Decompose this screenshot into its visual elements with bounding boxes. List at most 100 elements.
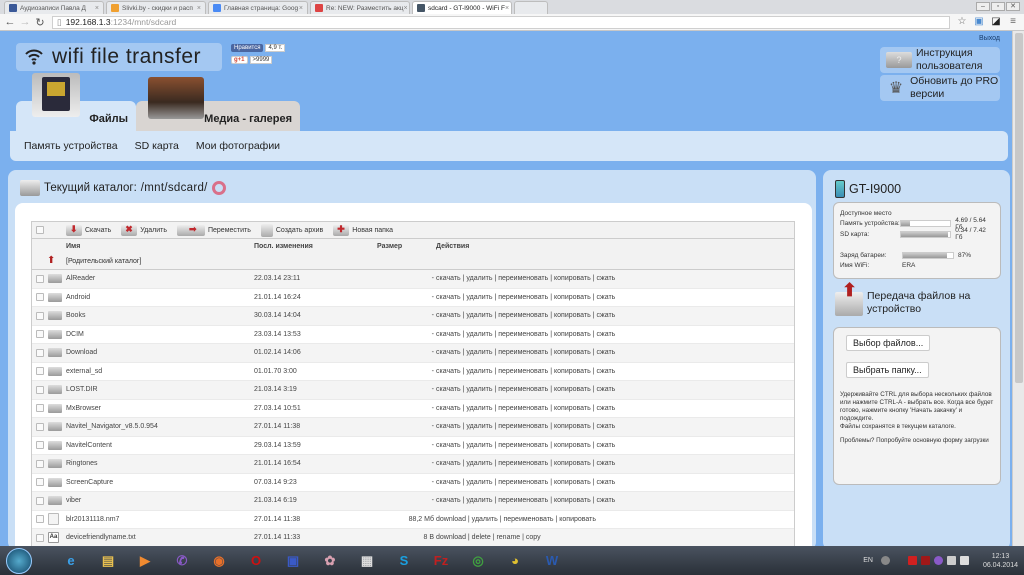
start-button[interactable] [6, 547, 32, 574]
row-checkbox[interactable] [36, 385, 44, 394]
file-actions[interactable]: скачать | удалить | переименовать | копи… [436, 294, 615, 301]
file-name[interactable]: external_sd [66, 368, 102, 375]
language-indicator[interactable]: EN [863, 557, 873, 564]
file-name[interactable]: blr20131118.nm7 [66, 516, 119, 523]
browser-tab[interactable]: sdcard - GT-I9000 - WiFi F × [412, 1, 512, 14]
browser-tab[interactable]: Slivki.by - скидки и расп × [106, 1, 206, 14]
file-actions[interactable]: скачать | удалить | переименовать | копи… [436, 497, 615, 504]
table-row[interactable]: Android 21.01.14 16:24 - скачать | удалить … [32, 288, 794, 307]
row-checkbox[interactable] [36, 274, 44, 283]
delete-button[interactable]: ✖ Удалить [121, 224, 167, 236]
taskbar-webcam-icon[interactable]: ◕ [502, 550, 528, 572]
taskbar-viber-icon[interactable]: ✆ [169, 550, 195, 572]
file-actions[interactable]: скачать | удалить | переименовать | копи… [436, 275, 615, 282]
user-manual-link[interactable]: ? Инструкция пользователя [880, 47, 1000, 73]
table-row[interactable]: external_sd 01.01.70 3:00 - скачать | удали… [32, 362, 794, 381]
file-actions[interactable]: скачать | удалить | переименовать | копи… [436, 460, 615, 467]
file-actions[interactable]: скачать | удалить | переименовать | копи… [436, 331, 615, 338]
tab-close-icon[interactable]: × [95, 5, 99, 12]
column-modified[interactable]: Посл. изменения [254, 243, 313, 250]
table-row[interactable]: LOST.DIR 21.03.14 3:19 - скачать | удалить … [32, 381, 794, 400]
row-checkbox[interactable] [36, 404, 44, 413]
table-row[interactable]: Download 01.02.14 14:06 - скачать | удалить… [32, 344, 794, 363]
file-actions[interactable]: скачать | удалить | переименовать | копи… [436, 312, 615, 319]
page-scrollbar[interactable] [1012, 31, 1024, 546]
table-row[interactable]: Books 30.03.14 14:04 - скачать | удалить | … [32, 307, 794, 326]
taskbar-file-explorer-icon[interactable]: ▤ [95, 550, 121, 572]
taskbar-opera-icon[interactable]: O [243, 550, 269, 572]
facebook-like-button[interactable]: Нравится [231, 44, 264, 52]
file-name[interactable]: Books [66, 312, 85, 319]
parent-dir-arrow-icon[interactable]: ⬆ [47, 255, 55, 266]
table-row[interactable]: blr20131118.nm7 27.01.14 11:38 88,2 Мб down… [32, 510, 794, 529]
reload-icon[interactable]: ↻ [34, 16, 46, 29]
subnav-my-photos[interactable]: Мои фотографии [196, 140, 280, 152]
row-checkbox[interactable] [36, 293, 44, 302]
file-name[interactable]: Download [66, 349, 97, 356]
logout-link[interactable]: Выход [979, 35, 1000, 42]
choose-files-button[interactable]: Выбор файлов... [846, 335, 931, 351]
file-actions[interactable]: скачать | удалить | переименовать | копи… [436, 442, 615, 449]
volume-icon[interactable] [959, 556, 969, 565]
download-button[interactable]: ⬇ Скачать [66, 224, 111, 236]
forward-icon[interactable]: → [19, 16, 31, 28]
taskbar-filezilla-icon[interactable]: Fz [428, 550, 454, 572]
taskbar-media-player-icon[interactable]: ▶ [132, 550, 158, 572]
subnav-sd-card[interactable]: SD карта [135, 140, 179, 152]
taskbar-paint-icon[interactable]: ✿ [317, 550, 343, 572]
minimize-button[interactable]: – [976, 2, 990, 11]
create-archive-button[interactable]: Создать архив [260, 223, 323, 237]
file-actions[interactable]: скачать | удалить | переименовать | копи… [436, 386, 615, 393]
maximize-button[interactable]: ▫ [991, 2, 1005, 11]
file-name[interactable]: Navitel_Navigator_v8.5.0.954 [66, 423, 158, 430]
move-button[interactable]: ➡ Переместить [176, 224, 251, 236]
file-actions[interactable]: скачать | удалить | переименовать | копи… [436, 349, 615, 356]
file-name[interactable]: MxBrowser [66, 405, 101, 412]
taskbar-internet-explorer-icon[interactable]: e [58, 550, 84, 572]
browser-tab[interactable]: Главная страница: Goog × [208, 1, 308, 14]
bookmark-star-icon[interactable]: ☆ [956, 16, 968, 28]
file-name[interactable]: LOST.DIR [66, 386, 98, 393]
tray-viber-icon[interactable] [933, 556, 943, 565]
tab-close-icon[interactable]: × [404, 5, 408, 12]
row-checkbox[interactable] [36, 459, 44, 468]
table-row[interactable]: Navitel_Navigator_v8.5.0.954 27.01.14 11:… [32, 418, 794, 437]
row-checkbox[interactable] [36, 348, 44, 357]
taskbar-media-classic-icon[interactable]: ▦ [354, 550, 380, 572]
choose-folder-button[interactable]: Выбрать папку... [846, 362, 929, 378]
table-row[interactable]: AlReader 22.03.14 23:11 - скачать | удалить… [32, 270, 794, 289]
taskbar-skype-icon[interactable]: S [391, 550, 417, 572]
clock[interactable]: 12:13 06.04.2014 [983, 552, 1018, 570]
extension-icon-2[interactable]: ◪ [990, 16, 1002, 28]
browser-tab[interactable]: Аудиозаписи Павла Д × [4, 1, 104, 14]
tab-close-icon[interactable]: × [299, 5, 303, 12]
file-name[interactable]: devicefriendlyname.txt [66, 534, 136, 541]
tray-arrow-icon[interactable] [880, 556, 890, 565]
table-row[interactable]: MxBrowser 27.03.14 10:51 - скачать | удалит… [32, 399, 794, 418]
file-name[interactable]: AlReader [66, 275, 95, 282]
extension-icon[interactable]: ▣ [973, 16, 985, 28]
tab-close-icon[interactable]: × [197, 5, 201, 12]
row-checkbox[interactable] [36, 367, 44, 376]
file-actions[interactable]: скачать | удалить | переименовать | копи… [436, 479, 615, 486]
parent-dir-link[interactable]: [Родительский каталог] [66, 258, 141, 265]
basic-upload-link[interactable]: Проблемы? Попробуйте основную форму загр… [840, 437, 994, 445]
browser-tab[interactable]: Re: NEW: Разместить акц × [310, 1, 410, 14]
scrollbar-thumb[interactable] [1015, 33, 1023, 383]
file-actions[interactable]: download | delete | rename | copy [436, 534, 541, 541]
table-row[interactable]: ScreenCapture 07.03.14 9:23 - скачать | уда… [32, 473, 794, 492]
taskbar-firefox-icon[interactable]: ◉ [206, 550, 232, 572]
row-checkbox[interactable] [36, 311, 44, 320]
file-actions[interactable]: скачать | удалить | переименовать | копи… [436, 423, 615, 430]
menu-icon[interactable]: ≡ [1007, 16, 1019, 28]
file-actions[interactable]: скачать | удалить | переименовать | копи… [436, 405, 615, 412]
file-name[interactable]: ScreenCapture [66, 479, 113, 486]
file-name[interactable]: viber [66, 497, 81, 504]
table-row[interactable]: NavitelContent 29.03.14 13:59 - скачать | у… [32, 436, 794, 455]
google-plus-button[interactable]: g+1 [231, 56, 248, 64]
tray-dictionary-icon[interactable] [920, 556, 930, 565]
refresh-icon[interactable] [211, 181, 226, 195]
row-checkbox[interactable] [36, 478, 44, 487]
tab-close-icon[interactable]: × [505, 5, 509, 12]
taskbar-chrome-icon[interactable]: ◎ [465, 550, 491, 572]
